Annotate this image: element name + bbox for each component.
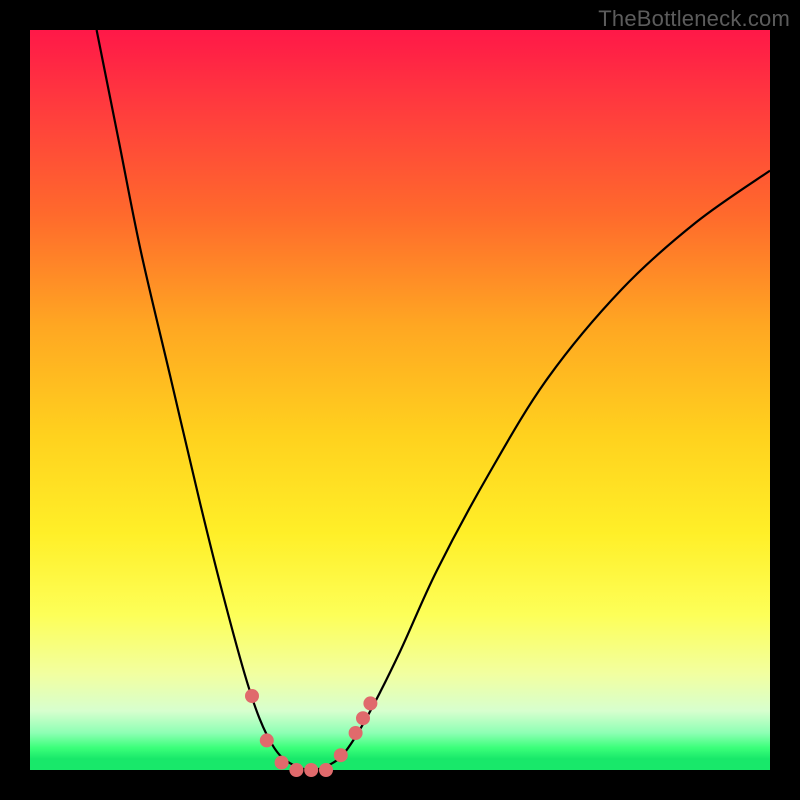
watermark-text: TheBottleneck.com xyxy=(598,6,790,32)
curve-marker xyxy=(289,763,303,777)
curve-marker xyxy=(363,696,377,710)
curve-marker xyxy=(349,726,363,740)
curve-marker xyxy=(356,711,370,725)
curve-marker xyxy=(319,763,333,777)
curve-marker xyxy=(260,733,274,747)
chart-svg xyxy=(30,30,770,770)
chart-plot-area xyxy=(30,30,770,770)
curve-marker xyxy=(245,689,259,703)
curve-marker xyxy=(334,748,348,762)
bottleneck-curve xyxy=(97,30,770,770)
curve-marker xyxy=(304,763,318,777)
chart-frame: TheBottleneck.com xyxy=(0,0,800,800)
curve-marker xyxy=(275,756,289,770)
